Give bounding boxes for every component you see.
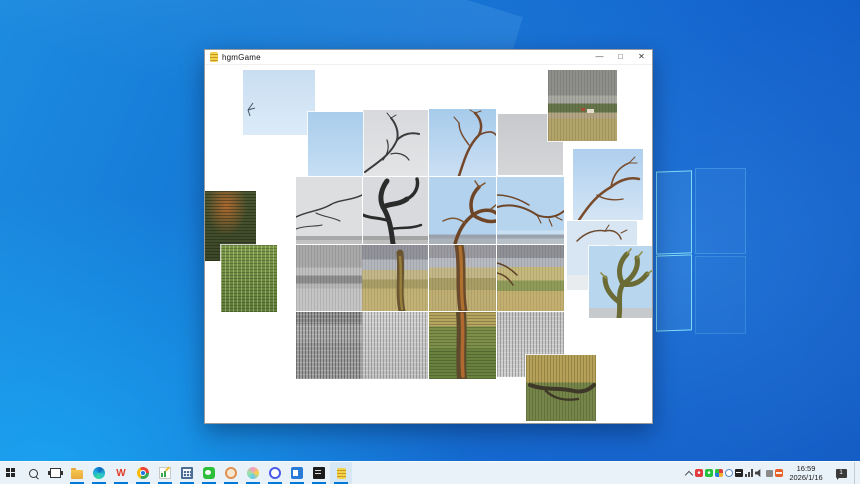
puzzle-piece-sweeping-branches[interactable]: [497, 177, 564, 244]
close-button[interactable]: ✕: [631, 50, 652, 64]
clock-date: 2026/1/16: [784, 473, 828, 482]
folder-icon: [71, 470, 83, 479]
puzzle-piece-fields-branch-tips[interactable]: [497, 245, 564, 311]
terminal-icon: [313, 467, 325, 479]
puzzle-piece-green-crops[interactable]: [221, 245, 277, 312]
red-app-icon: [695, 469, 703, 477]
start-button[interactable]: [0, 462, 22, 484]
circle-app-icon: [725, 469, 733, 477]
taskbar-item-chrome[interactable]: [132, 462, 154, 484]
puzzle-piece-grass-branch[interactable]: [526, 355, 596, 421]
hidden-icons-button[interactable]: [684, 462, 694, 484]
network-icon: [745, 469, 754, 477]
desktop: hgmGame — □ ✕: [0, 0, 860, 484]
app-icon: [210, 52, 218, 62]
taskbar-item-hgm-game[interactable]: [330, 462, 352, 484]
taskbar-clock[interactable]: 16:59 2026/1/16: [784, 464, 828, 482]
puzzle-piece-light-scrub[interactable]: [362, 312, 428, 379]
taskbar-item-clock-app[interactable]: [220, 462, 242, 484]
chart-icon: [159, 467, 171, 479]
puzzle-piece-mossy-trunk[interactable]: [589, 246, 652, 318]
search-icon: [29, 469, 38, 478]
maximize-button[interactable]: □: [610, 50, 631, 64]
puzzle-piece-dark-trunk-gray[interactable]: [363, 177, 428, 244]
clock-time: 16:59: [784, 464, 828, 473]
puzzle-piece-dark-scrub[interactable]: [296, 312, 362, 379]
volume-icon: [755, 469, 764, 478]
taskbar-item-file-explorer[interactable]: [66, 462, 88, 484]
wps-icon: W: [115, 467, 127, 479]
window-title: hgmGame: [222, 53, 261, 62]
taskbar-item-design-app[interactable]: [242, 462, 264, 484]
minimize-button[interactable]: —: [589, 50, 610, 64]
notification-icon: 1: [836, 469, 847, 478]
puzzle-piece-main-tree-crown[interactable]: [429, 177, 496, 244]
chevron-up-icon: [685, 470, 693, 478]
puzzle-piece-big-trunk[interactable]: [429, 245, 496, 311]
puzzle-piece-trunk-base[interactable]: [429, 312, 496, 379]
taskbar-left: W: [0, 462, 352, 484]
taskbar-item-calculator[interactable]: [176, 462, 198, 484]
puzzle-piece-blue-sky[interactable]: [308, 112, 363, 176]
puzzle-piece-village-landscape[interactable]: [548, 70, 617, 141]
taskbar: W 16:59 2026/1/16: [0, 461, 860, 484]
task-view-button[interactable]: [44, 462, 66, 484]
taskbar-item-browser-circle[interactable]: [264, 462, 286, 484]
puzzle-piece-gray-village[interactable]: [296, 245, 362, 311]
app-window: hgmGame — □ ✕: [204, 49, 653, 424]
windows-flag-icon: [6, 468, 16, 478]
edge-icon: [93, 467, 105, 479]
notification-center-button[interactable]: 1: [828, 462, 854, 484]
tray-app-circle[interactable]: [724, 462, 734, 484]
puzzle-board: [205, 65, 652, 423]
logo-pane-top-left: [656, 170, 692, 254]
logo-pane-bottom-left: [656, 254, 692, 331]
input-method-icon: [735, 469, 743, 477]
wechat-icon: [203, 467, 215, 479]
calculator-icon: [181, 467, 193, 479]
game-icon: [337, 468, 346, 479]
tray-app-multicolor[interactable]: [714, 462, 724, 484]
puzzle-piece-rising-branch[interactable]: [429, 109, 496, 176]
puzzle-piece-sky-branches[interactable]: [573, 149, 643, 220]
puzzle-piece-thin-gray-branches[interactable]: [296, 177, 362, 244]
tray-wechat[interactable]: [704, 462, 714, 484]
puzzle-piece-village-trunk[interactable]: [362, 245, 428, 311]
design-app-icon: [247, 467, 259, 479]
clock-app-icon: [225, 467, 237, 479]
usb-icon: [766, 470, 773, 477]
search-button[interactable]: [22, 462, 44, 484]
window-titlebar[interactable]: hgmGame — □ ✕: [205, 50, 652, 65]
multicolor-app-icon: [715, 469, 723, 477]
task-view-icon: [50, 468, 61, 478]
show-desktop-button[interactable]: [854, 462, 860, 484]
notification-badge: 1: [839, 470, 843, 477]
tray-usb[interactable]: [764, 462, 774, 484]
taskbar-item-terminal[interactable]: [308, 462, 330, 484]
tray-network[interactable]: [744, 462, 754, 484]
photos-icon: [291, 467, 303, 479]
tray-security[interactable]: [774, 462, 784, 484]
taskbar-item-wps[interactable]: W: [110, 462, 132, 484]
tray-app-red[interactable]: [694, 462, 704, 484]
taskbar-item-edge[interactable]: [88, 462, 110, 484]
puzzle-piece-pale-sky[interactable]: [243, 70, 315, 135]
puzzle-piece-gray-branches[interactable]: [363, 110, 428, 176]
tray-input-method[interactable]: [734, 462, 744, 484]
taskbar-item-photos[interactable]: [286, 462, 308, 484]
security-app-icon: [775, 469, 783, 477]
logo-pane-bottom-right: [695, 256, 746, 334]
chrome-icon: [137, 467, 149, 479]
tray-volume[interactable]: [754, 462, 764, 484]
window-controls: — □ ✕: [589, 50, 652, 64]
wechat-tray-icon: [705, 469, 713, 477]
system-tray: 16:59 2026/1/16 1: [684, 462, 860, 484]
taskbar-item-wechat[interactable]: [198, 462, 220, 484]
browser-circle-icon: [269, 467, 281, 479]
taskbar-item-spreadsheet[interactable]: [154, 462, 176, 484]
logo-pane-top-right: [695, 168, 746, 254]
